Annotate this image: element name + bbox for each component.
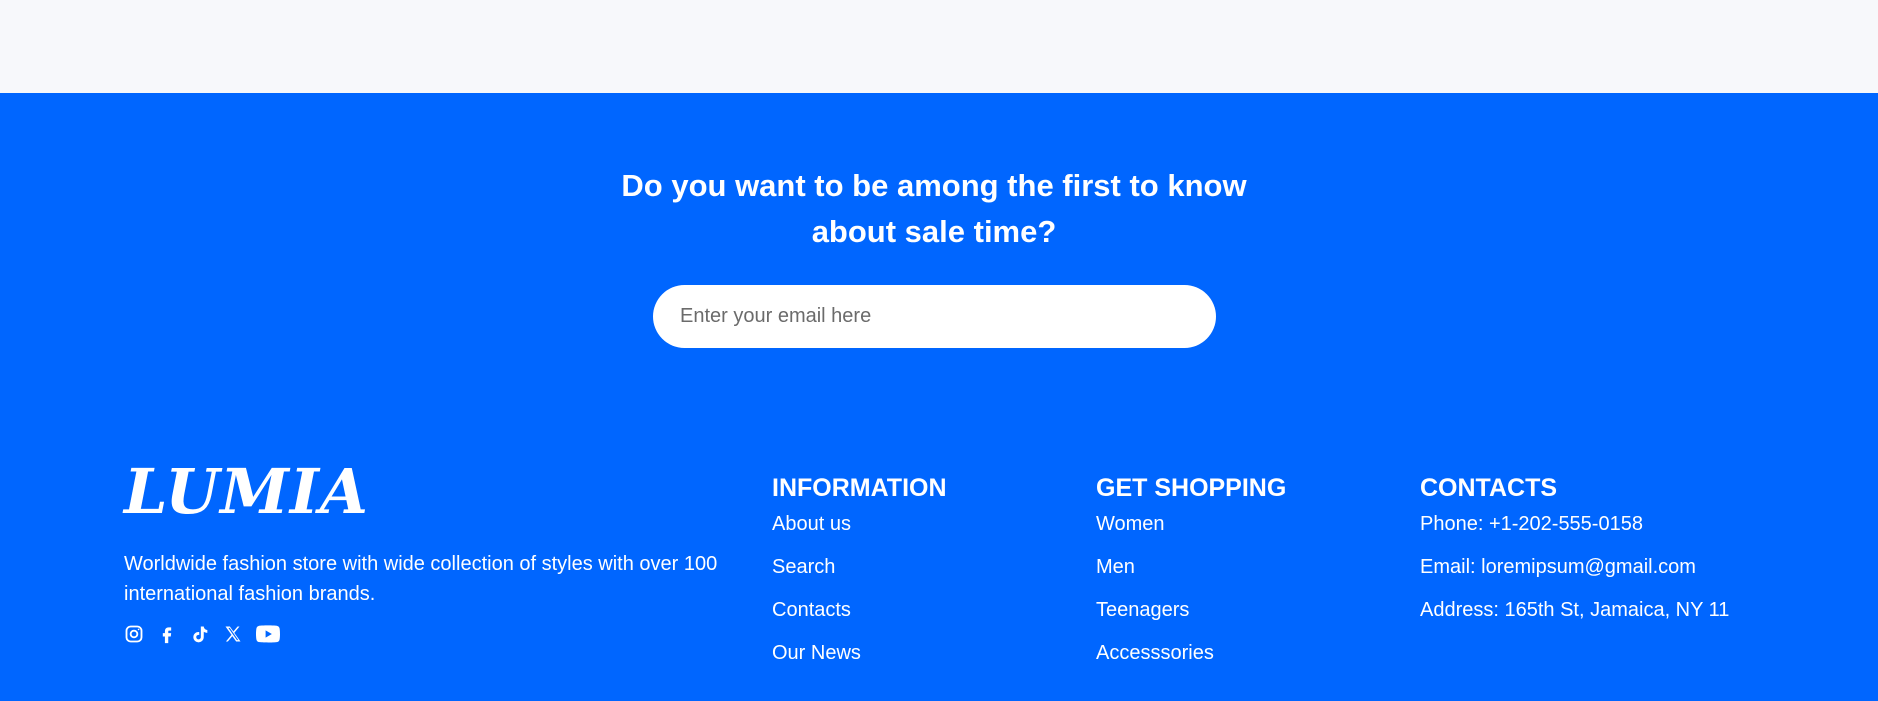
footer-link-men[interactable]: Men xyxy=(1096,556,1286,579)
x-icon[interactable] xyxy=(223,624,243,644)
social-links xyxy=(124,624,280,644)
youtube-icon[interactable] xyxy=(256,624,280,644)
instagram-icon[interactable] xyxy=(124,624,144,644)
newsletter-email-input[interactable] xyxy=(653,285,1216,348)
footer-link-search[interactable]: Search xyxy=(772,556,947,579)
footer-link-our-news[interactable]: Our News xyxy=(772,642,947,665)
contact-email: Email: loremipsum@gmail.com xyxy=(1420,556,1696,578)
newsletter-email-wrapper xyxy=(653,285,1216,348)
facebook-icon[interactable] xyxy=(157,624,177,644)
contacts-column: CONTACTS Phone: +1-202-555-0158 Email: l… xyxy=(1420,471,1729,642)
information-heading: INFORMATION xyxy=(772,474,947,502)
footer-link-teenagers[interactable]: Teenagers xyxy=(1096,599,1286,622)
footer-link-women[interactable]: Women xyxy=(1096,513,1286,536)
site-footer: Do you want to be among the first to kno… xyxy=(0,93,1878,701)
footer-link-contacts[interactable]: Contacts xyxy=(772,599,947,622)
shopping-column: GET SHOPPING Women Men Teenagers Accesss… xyxy=(1096,471,1286,685)
contact-phone: Phone: +1-202-555-0158 xyxy=(1420,513,1643,535)
contacts-heading: CONTACTS xyxy=(1420,474,1558,502)
newsletter-title-line1: Do you want to be among the first to kno… xyxy=(621,168,1247,203)
contact-address: Address: 165th St, Jamaica, NY 11 xyxy=(1420,599,1730,621)
newsletter-title-line2: about sale time? xyxy=(811,214,1057,249)
shopping-heading: GET SHOPPING xyxy=(1096,474,1287,502)
newsletter-title: Do you want to be among the first to kno… xyxy=(0,163,1868,255)
brand-description: Worldwide fashion store with wide collec… xyxy=(124,553,718,605)
footer-link-accessories[interactable]: Accesssories xyxy=(1096,642,1286,665)
footer-link-about-us[interactable]: About us xyxy=(772,513,947,536)
information-column: INFORMATION About us Search Contacts Our… xyxy=(772,471,947,685)
brand-logo[interactable]: LUMIA xyxy=(124,461,369,523)
tiktok-icon[interactable] xyxy=(190,624,210,644)
top-strip xyxy=(0,0,1878,93)
